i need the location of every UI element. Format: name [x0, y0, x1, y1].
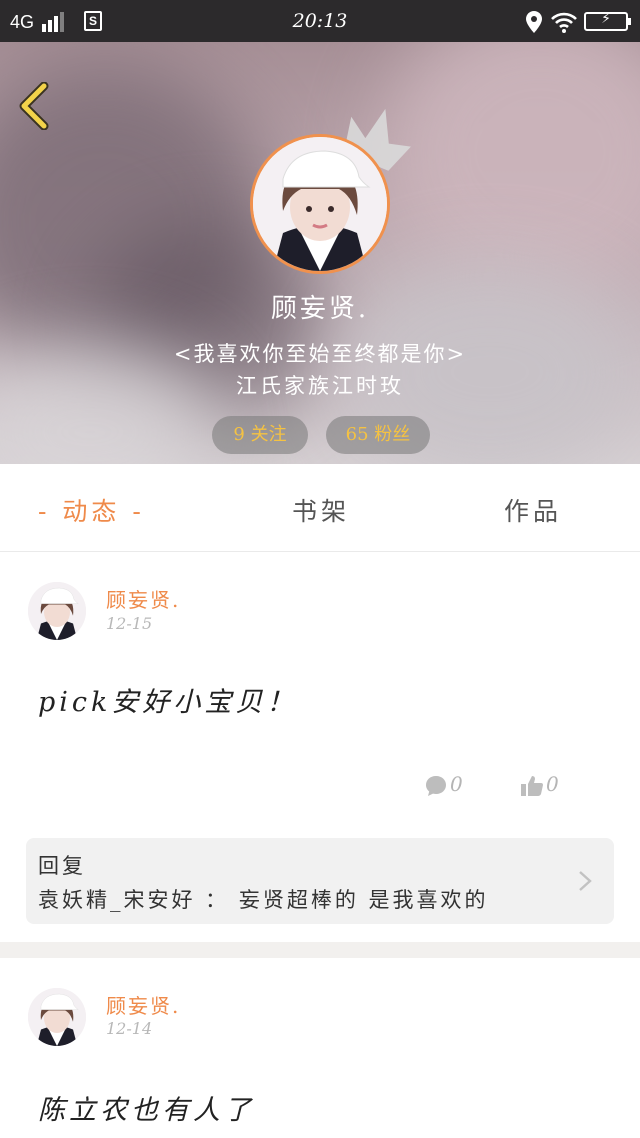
thumbs-up-icon	[521, 776, 543, 796]
wifi-icon	[551, 12, 577, 33]
post-author[interactable]: 顾妄贤.	[106, 584, 180, 613]
profile-header: 顾妄贤. <我喜欢你至始至终都是你> 江氏家族江时玫 9 关注 65 粉丝	[0, 42, 640, 464]
clock: 20:13	[292, 10, 348, 32]
reply-title: 回复	[38, 854, 86, 878]
profile-tabs: - 动态 - 书架 作品	[0, 464, 640, 552]
post-avatar[interactable]	[28, 582, 86, 640]
chevron-right-icon	[579, 871, 592, 891]
reply-text: 袁妖精_宋安好 ： 妄贤超棒的 是我喜欢的	[38, 888, 489, 912]
post-author[interactable]: 顾妄贤.	[106, 990, 180, 1019]
tab-activity[interactable]: - 动态 -	[38, 492, 145, 528]
avatar[interactable]	[250, 134, 390, 274]
tab-bookshelf[interactable]: 书架	[292, 492, 350, 528]
post-text: 陈立农也有人了	[38, 1095, 255, 1126]
profile-family: 江氏家族江时玫	[236, 374, 404, 398]
post-avatar[interactable]	[28, 988, 86, 1046]
comment-count: 0	[450, 772, 463, 796]
followers-count-button[interactable]: 65 粉丝	[326, 416, 430, 454]
tab-works[interactable]: 作品	[504, 492, 562, 528]
post-date: 12-15	[106, 614, 153, 633]
profile-username: 顾妄贤.	[270, 294, 370, 324]
post-separator	[0, 942, 640, 958]
location-icon	[526, 11, 542, 33]
post-text: pick安好小宝贝！	[38, 687, 298, 718]
reply-preview[interactable]: 回复 袁妖精_宋安好 ： 妄贤超棒的 是我喜欢的	[26, 838, 614, 924]
post-date: 12-14	[106, 1019, 153, 1038]
like-count: 0	[546, 772, 559, 796]
following-count-button[interactable]: 9 关注	[212, 416, 308, 454]
status-bar: 4G S 20:13 ⚡	[0, 0, 640, 42]
comment-icon	[426, 776, 446, 796]
back-button[interactable]	[16, 82, 52, 130]
profile-bio: <我喜欢你至始至终都是你>	[173, 342, 467, 366]
battery-charging-icon: ⚡	[584, 11, 631, 31]
